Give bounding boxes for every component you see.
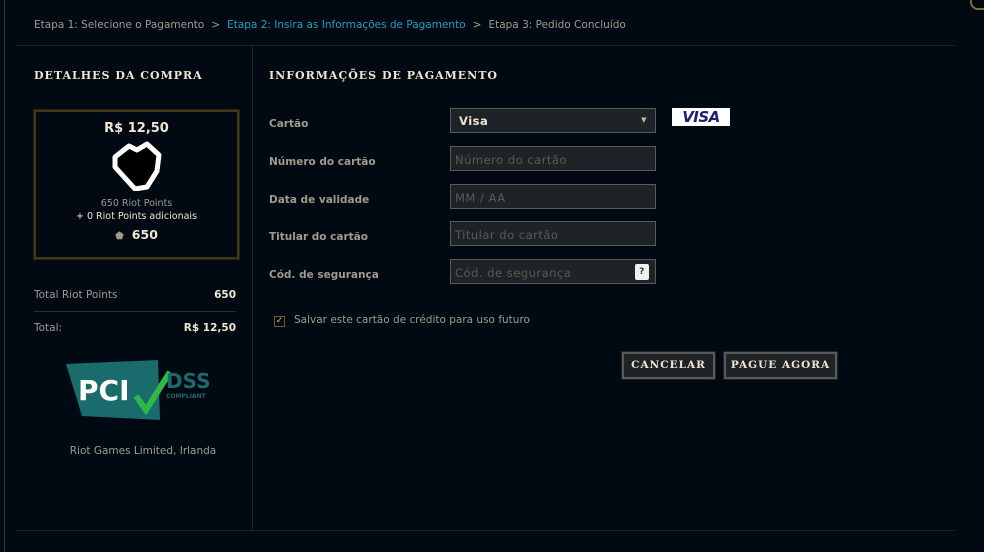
cvv-label: Cód. de segurança xyxy=(269,269,379,281)
holder-label: Titular do cartão xyxy=(269,231,368,243)
card-bonus: + 0 Riot Points adicionais xyxy=(76,211,197,222)
expiry-label: Data de validade xyxy=(269,194,370,206)
company-name: Riot Games Limited, Irlanda xyxy=(69,445,217,457)
breadcrumb-step-2: Etapa 2: Insira as Informações de Pagame… xyxy=(227,19,466,31)
total-row: Total: R$ 12,50 xyxy=(34,322,236,334)
pay-now-button[interactable]: PAGUE AGORA xyxy=(723,351,838,380)
help-icon[interactable]: ? xyxy=(635,264,649,280)
card-total-points: ⬟ 650 xyxy=(115,227,158,242)
breadcrumb: Etapa 1: Selecione o Pagamento > Etapa 2: … xyxy=(34,19,626,31)
cvv-input[interactable]: Cód. de segurança? xyxy=(450,259,656,284)
svg-text:PCI: PCI xyxy=(78,374,130,407)
card-points: 650 Riot Points xyxy=(100,198,173,209)
card-type-select[interactable]: Visa ▼ xyxy=(450,108,656,133)
save-card-label[interactable]: Salvar este cartão de crédito para uso f… xyxy=(294,314,530,326)
frame-corner xyxy=(970,0,984,10)
total-rp-row: Total Riot Points 650 xyxy=(34,289,236,301)
purchase-details-title: DETALHES DA COMPRA xyxy=(34,69,203,82)
breadcrumb-separator: > xyxy=(472,19,482,31)
visa-logo: VISA xyxy=(672,108,730,126)
divider xyxy=(17,45,955,46)
expiry-input[interactable]: MM / AA xyxy=(450,184,656,209)
svg-text:COMPLIANT: COMPLIANT xyxy=(166,393,207,400)
holder-input[interactable]: Titular do cartão xyxy=(450,221,656,246)
breadcrumb-separator: > xyxy=(211,19,221,31)
card-number-input[interactable]: Número do cartão xyxy=(450,146,656,171)
payment-info-title: INFORMAÇÕES DE PAGAMENTO xyxy=(269,69,499,82)
card-price: R$ 12,50 xyxy=(104,121,169,136)
divider xyxy=(17,530,955,531)
save-card-checkbox[interactable]: ✓ xyxy=(274,316,285,327)
card-type-label: Cartão xyxy=(269,118,309,130)
pci-dss-logo: PCI DSS COMPLIANT xyxy=(66,360,211,420)
rp-icon: ⬟ xyxy=(115,231,124,242)
breadcrumb-step-3: Etapa 3: Pedido Concluído xyxy=(488,19,626,31)
cancel-button[interactable]: CANCELAR xyxy=(621,351,716,380)
product-card: R$ 12,50 650 Riot Points + 0 Riot Points… xyxy=(33,109,240,260)
riot-fist-icon xyxy=(112,141,161,192)
svg-text:DSS: DSS xyxy=(166,369,211,393)
breadcrumb-step-1[interactable]: Etapa 1: Selecione o Pagamento xyxy=(34,19,204,31)
card-number-label: Número do cartão xyxy=(269,156,376,168)
chevron-down-icon: ▼ xyxy=(641,116,647,124)
divider xyxy=(252,45,253,530)
divider xyxy=(34,311,236,312)
